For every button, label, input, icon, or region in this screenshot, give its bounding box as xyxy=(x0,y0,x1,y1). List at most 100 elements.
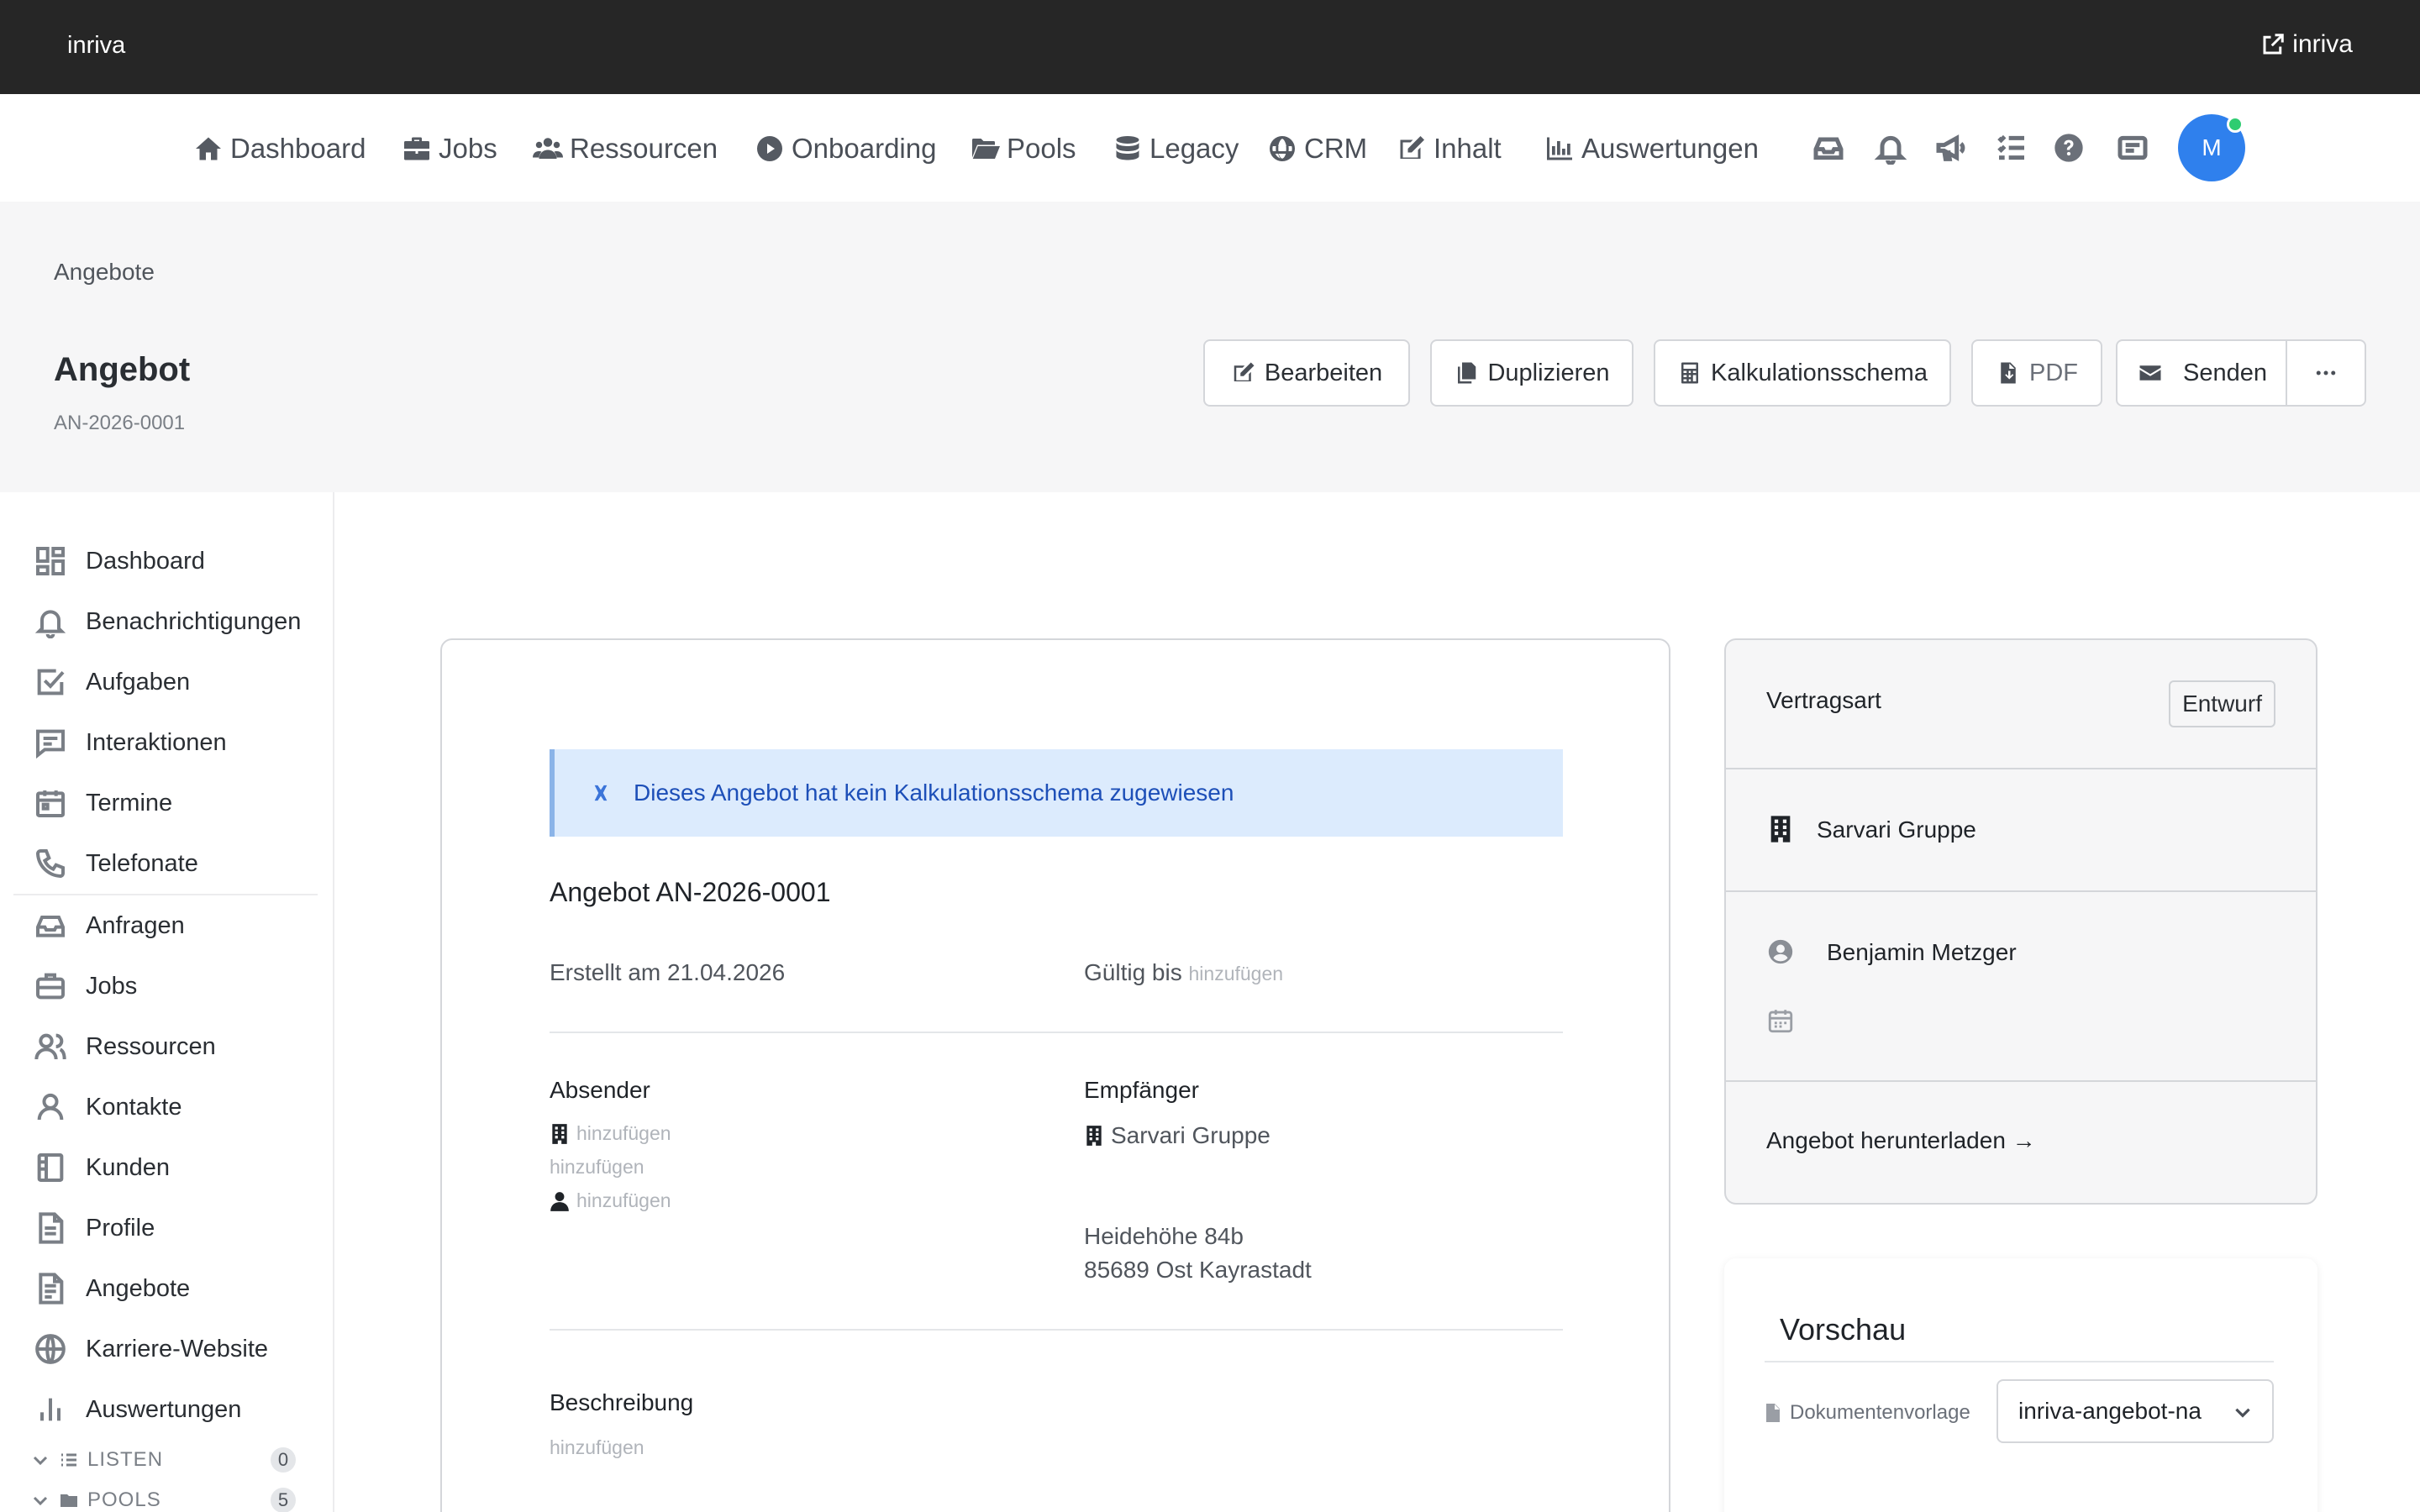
sidebar-item-auswertungen[interactable]: Auswertungen xyxy=(34,1393,241,1426)
grid-icon xyxy=(36,547,65,575)
nav-jobs[interactable]: Jobs xyxy=(402,133,497,165)
company-row[interactable]: Sarvari Gruppe xyxy=(1726,769,2316,892)
contact-row[interactable]: Benjamin Metzger xyxy=(1726,892,2316,1082)
info-alert: Dieses Angebot hat kein Kalkulationssche… xyxy=(550,749,1563,837)
valid-until-add-link[interactable]: hinzufügen xyxy=(1189,963,1284,984)
status-badge[interactable]: Entwurf xyxy=(2169,680,2275,727)
card-icon[interactable] xyxy=(2116,131,2149,165)
external-app-link[interactable]: inriva xyxy=(2260,30,2353,59)
sidebar-item-label: Dashboard xyxy=(86,547,205,575)
globe-icon xyxy=(35,1334,66,1364)
nav-label: Dashboard xyxy=(230,133,366,164)
nav-dashboard[interactable]: Dashboard xyxy=(193,133,366,165)
download-offer-link[interactable]: Angebot herunterladen → xyxy=(1766,1127,2036,1154)
sidebar-item-jobs[interactable]: Jobs xyxy=(34,969,137,1003)
info-icon xyxy=(594,785,608,801)
offer-document: Dieses Angebot hat kein Kalkulationssche… xyxy=(440,638,1670,1512)
megaphone-icon[interactable] xyxy=(1934,131,1968,165)
file-pdf-icon xyxy=(2001,362,2016,384)
divider xyxy=(1765,1361,2274,1362)
pdf-button[interactable]: PDF xyxy=(1971,339,2102,407)
recipient-company-name: Sarvari Gruppe xyxy=(1111,1122,1270,1148)
sidebar-item-karriere-website[interactable]: Karriere-Website xyxy=(34,1332,268,1366)
home-icon xyxy=(196,137,221,160)
sidebar-item-dashboard[interactable]: Dashboard xyxy=(34,544,205,578)
sidebar-item-benachrichtigungen[interactable]: Benachrichtigungen xyxy=(34,605,301,638)
contact-name: Benjamin Metzger xyxy=(1827,939,2017,965)
nav-crm[interactable]: CRM xyxy=(1267,133,1367,165)
building-icon xyxy=(552,1123,567,1144)
sidebar-item-angebote[interactable]: Angebote xyxy=(34,1272,190,1305)
recipient-city: 85689 Ost Kayrastadt xyxy=(1084,1257,1312,1283)
sender-company-add: hinzufügen xyxy=(576,1122,671,1144)
nav-legacy[interactable]: Legacy xyxy=(1113,133,1239,165)
sidebar-group-count: 5 xyxy=(271,1488,296,1512)
sidebar-group-count: 0 xyxy=(271,1447,296,1473)
calculation-schema-button[interactable]: Kalkulationsschema xyxy=(1654,339,1951,407)
edit-icon xyxy=(1400,136,1424,159)
edit-button[interactable]: Bearbeiten xyxy=(1203,339,1410,407)
main-content: Dieses Angebot hat kein Kalkulationssche… xyxy=(334,492,2420,1512)
send-button[interactable]: Senden xyxy=(2116,339,2289,407)
bell-icon[interactable] xyxy=(1874,131,1907,165)
nav-inhalt[interactable]: Inhalt xyxy=(1397,133,1502,165)
sidebar-item-kunden[interactable]: Kunden xyxy=(34,1151,170,1184)
sidebar-item-telefonate[interactable]: Telefonate xyxy=(34,847,198,880)
duplicate-button[interactable]: Duplizieren xyxy=(1430,339,1634,407)
tasks-icon[interactable] xyxy=(1995,131,2028,165)
user-icon xyxy=(37,1093,64,1121)
document-icon xyxy=(39,1273,64,1305)
more-options-button[interactable] xyxy=(2286,339,2366,407)
nav-label: CRM xyxy=(1304,133,1368,164)
send-button-label: Senden xyxy=(2183,359,2267,386)
sidebar-group-pools[interactable]: POOLS 5 xyxy=(30,1488,313,1512)
inbox-icon[interactable] xyxy=(1812,131,1845,165)
sender-person[interactable]: hinzufügen xyxy=(550,1189,671,1212)
edit-button-label: Bearbeiten xyxy=(1264,359,1383,386)
nav-auswertungen[interactable]: Auswertungen xyxy=(1544,133,1759,165)
sidebar-item-label: Karriere-Website xyxy=(86,1335,269,1362)
nav-label: Pools xyxy=(1007,133,1076,164)
sidebar-item-aufgaben[interactable]: Aufgaben xyxy=(34,665,190,699)
breadcrumb[interactable]: Angebote xyxy=(54,259,155,286)
template-select[interactable]: inriva-angebot-na xyxy=(1996,1379,2274,1443)
user-icon xyxy=(550,1191,569,1211)
brand-name[interactable]: inriva xyxy=(67,32,125,60)
description-add[interactable]: hinzufügen xyxy=(550,1436,644,1459)
nav-label: Inhalt xyxy=(1434,133,1502,164)
sidebar-item-profile[interactable]: Profile xyxy=(34,1211,155,1245)
user-avatar[interactable]: M xyxy=(2178,114,2245,181)
online-indicator xyxy=(2227,116,2244,133)
sidebar-item-kontakte[interactable]: Kontakte xyxy=(34,1090,182,1124)
sender-address-add[interactable]: hinzufügen xyxy=(550,1156,644,1179)
contract-type-label: Vertragsart xyxy=(1766,687,1881,713)
sender-person-add: hinzufügen xyxy=(576,1189,671,1211)
briefcase-icon xyxy=(36,973,65,1000)
sender-company[interactable]: hinzufügen xyxy=(550,1122,671,1145)
sidebar-item-ressourcen[interactable]: Ressourcen xyxy=(34,1030,216,1063)
file-icon xyxy=(39,1212,64,1244)
nav-label: Ressourcen xyxy=(570,133,718,164)
sidebar-item-label: Profile xyxy=(86,1214,155,1242)
calendar-icon[interactable] xyxy=(1766,1006,1795,1039)
valid-until-label: Gültig bis xyxy=(1084,959,1182,985)
nav-pools[interactable]: Pools xyxy=(970,133,1076,165)
preview-title: Vorschau xyxy=(1780,1312,1907,1347)
template-select-value: inriva-angebot-na xyxy=(2018,1398,2202,1424)
chevron-down-icon xyxy=(33,1496,48,1506)
file-icon xyxy=(1766,1404,1780,1422)
sidebar-item-label: Interaktionen xyxy=(86,728,227,756)
nav-ressourcen[interactable]: Ressourcen xyxy=(533,133,718,165)
nav-onboarding[interactable]: Onboarding xyxy=(755,133,936,165)
page-subtitle: AN-2026-0001 xyxy=(54,412,186,434)
valid-until: Gültig bis hinzufügen xyxy=(1084,959,1283,986)
divider xyxy=(550,1032,1563,1033)
calculator-icon xyxy=(1681,362,1699,384)
help-icon[interactable] xyxy=(2052,131,2086,165)
sidebar-group-listen[interactable]: LISTEN 0 xyxy=(30,1447,313,1473)
briefcase-icon xyxy=(404,137,429,160)
sidebar-item-anfragen[interactable]: Anfragen xyxy=(34,909,185,942)
sidebar-item-termine[interactable]: Termine xyxy=(34,786,172,820)
sidebar-item-interaktionen[interactable]: Interaktionen xyxy=(34,726,227,759)
globe-icon xyxy=(1270,136,1295,161)
